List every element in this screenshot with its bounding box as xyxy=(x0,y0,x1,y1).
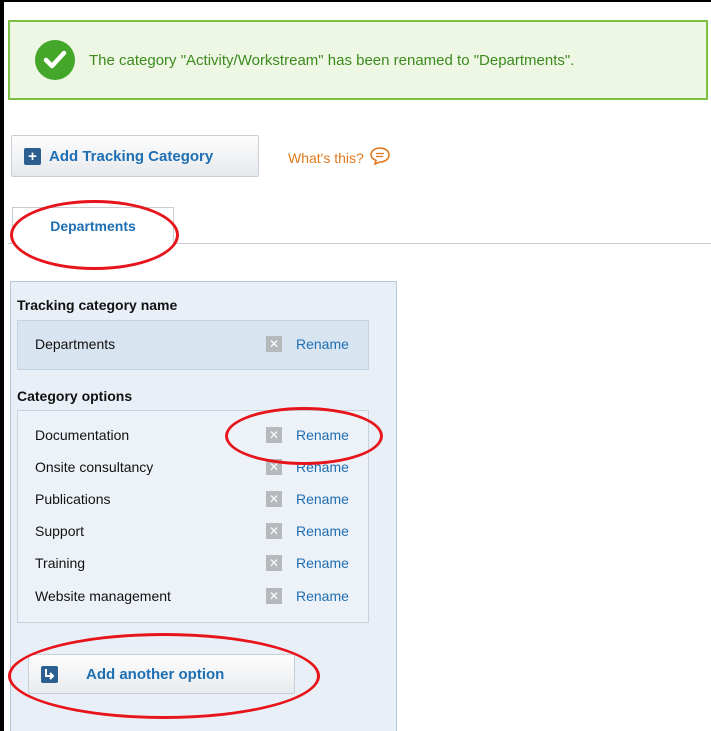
category-name-row: Departments ✕ Rename xyxy=(17,328,369,360)
add-another-option-button[interactable]: Add another option xyxy=(28,654,295,694)
success-banner: The category "Activity/Workstream" has b… xyxy=(8,20,708,100)
option-row: Publications ✕ Rename xyxy=(17,483,369,515)
option-label: Training xyxy=(35,555,86,571)
add-tracking-category-button[interactable]: + Add Tracking Category xyxy=(11,135,259,177)
tab-departments-label: Departments xyxy=(50,217,136,234)
whats-this-label: What's this? xyxy=(288,149,364,166)
delete-icon[interactable]: ✕ xyxy=(266,588,282,604)
option-label: Publications xyxy=(35,491,111,507)
category-name-value: Departments xyxy=(35,336,116,352)
option-row: Documentation ✕ Rename xyxy=(17,419,369,451)
delete-icon[interactable]: ✕ xyxy=(266,336,282,352)
frame-border-top xyxy=(0,0,711,2)
add-tracking-category-label: Add Tracking Category xyxy=(49,147,214,165)
add-option-icon xyxy=(41,665,58,683)
delete-icon[interactable]: ✕ xyxy=(266,459,282,475)
plus-icon: + xyxy=(24,147,41,165)
banner-message: The category "Activity/Workstream" has b… xyxy=(89,51,575,69)
category-options-heading: Category options xyxy=(17,388,133,404)
rename-link[interactable]: Rename xyxy=(296,555,349,571)
delete-icon[interactable]: ✕ xyxy=(266,555,282,571)
frame-border-left xyxy=(0,0,4,731)
tracking-category-name-heading: Tracking category name xyxy=(17,297,178,313)
rename-link[interactable]: Rename xyxy=(296,523,349,539)
rename-link[interactable]: Rename xyxy=(296,491,349,507)
add-another-option-label: Add another option xyxy=(86,665,225,683)
check-circle-icon xyxy=(35,40,75,80)
option-row: Onsite consultancy ✕ Rename xyxy=(17,451,369,483)
option-label: Documentation xyxy=(35,427,130,443)
rename-link[interactable]: Rename xyxy=(296,427,349,443)
option-label: Website management xyxy=(35,588,171,604)
rename-link[interactable]: Rename xyxy=(296,459,349,475)
option-label: Support xyxy=(35,523,85,539)
rename-link[interactable]: Rename xyxy=(296,588,349,604)
whats-this-link[interactable]: What's this? xyxy=(288,147,390,168)
speech-bubble-icon xyxy=(370,147,390,168)
delete-icon[interactable]: ✕ xyxy=(266,427,282,443)
option-label: Onsite consultancy xyxy=(35,459,154,475)
delete-icon[interactable]: ✕ xyxy=(266,523,282,539)
option-row: Website management ✕ Rename xyxy=(17,580,369,612)
rename-link[interactable]: Rename xyxy=(296,336,349,352)
tab-departments[interactable]: Departments xyxy=(12,207,174,244)
option-row: Support ✕ Rename xyxy=(17,515,369,547)
delete-icon[interactable]: ✕ xyxy=(266,491,282,507)
option-row: Training ✕ Rename xyxy=(17,547,369,579)
